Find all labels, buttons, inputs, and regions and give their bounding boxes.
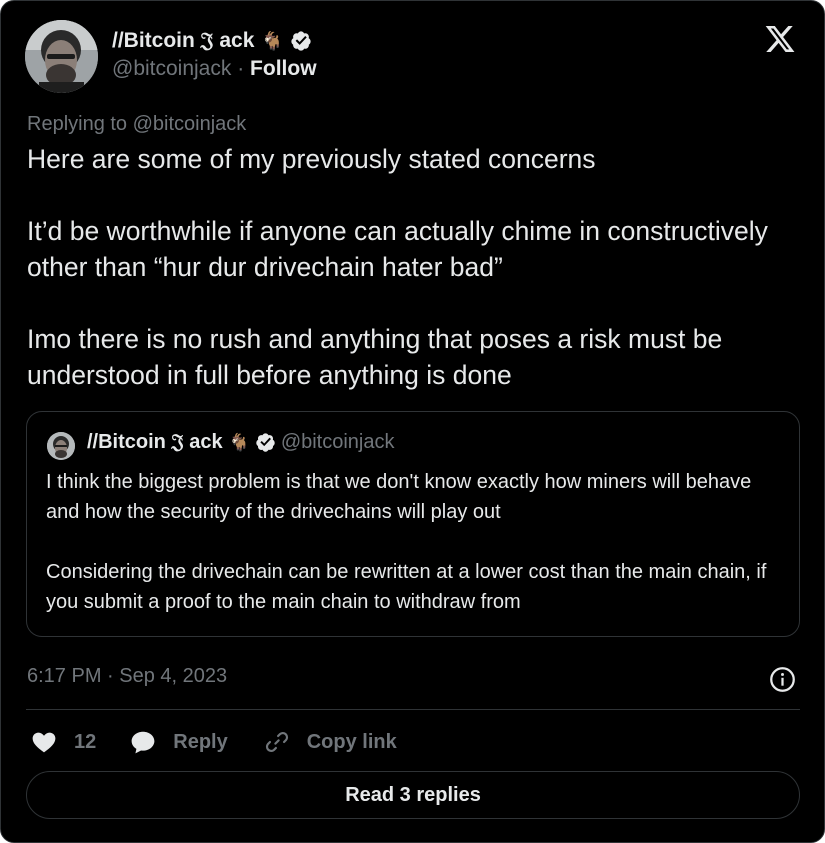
- copy-link-button[interactable]: Copy link: [264, 729, 397, 755]
- divider: [26, 709, 800, 710]
- quoted-author-handle: @bitcoinjack: [280, 431, 395, 453]
- like-button[interactable]: 12: [31, 729, 96, 755]
- handle-separator: ·: [231, 57, 251, 80]
- quoted-author-name: //Bitcoin 𝔍 ack: [87, 431, 223, 453]
- info-icon[interactable]: [769, 666, 796, 693]
- tweet-text: Here are some of my previously stated co…: [27, 144, 768, 390]
- link-icon: [265, 732, 288, 752]
- tweet-embed-card: //Bitcoin 𝔍 ack 🐐 @bitcoinjack · Follow …: [0, 0, 825, 843]
- read-replies-button[interactable]: Read 3 replies: [26, 771, 800, 819]
- quoted-author-avatar: [47, 432, 75, 460]
- copy-link-label: Copy link: [306, 730, 397, 753]
- author-display-name[interactable]: //Bitcoin 𝔍 ack: [112, 29, 254, 53]
- replying-to-label[interactable]: Replying to @bitcoinjack: [27, 113, 246, 136]
- quoted-tweet-text: I think the biggest problem is that we d…: [46, 471, 767, 613]
- x-logo-icon[interactable]: [763, 23, 797, 55]
- reply-button[interactable]: Reply: [130, 729, 228, 755]
- heart-icon: [32, 732, 56, 753]
- like-count: 12: [74, 730, 97, 753]
- author-avatar[interactable]: [25, 20, 98, 93]
- reply-bubble-icon: [131, 731, 155, 754]
- verified-badge-icon: [256, 433, 275, 452]
- quoted-tweet[interactable]: //Bitcoin 𝔍 ack 🐐 @bitcoinjack I think t…: [26, 411, 800, 637]
- follow-button[interactable]: Follow: [250, 57, 317, 80]
- verified-badge-icon: [291, 31, 311, 51]
- tweet-timestamp[interactable]: 6:17 PM · Sep 4, 2023: [27, 665, 227, 688]
- reply-label: Reply: [173, 730, 228, 753]
- goat-emoji-icon: 🐐: [228, 432, 250, 452]
- action-bar: 12 Reply Copy link: [31, 727, 397, 757]
- goat-emoji-icon: 🐐: [261, 30, 284, 51]
- author-header: //Bitcoin 𝔍 ack 🐐 @bitcoinjack · Follow: [112, 27, 317, 81]
- author-handle[interactable]: @bitcoinjack: [112, 57, 231, 80]
